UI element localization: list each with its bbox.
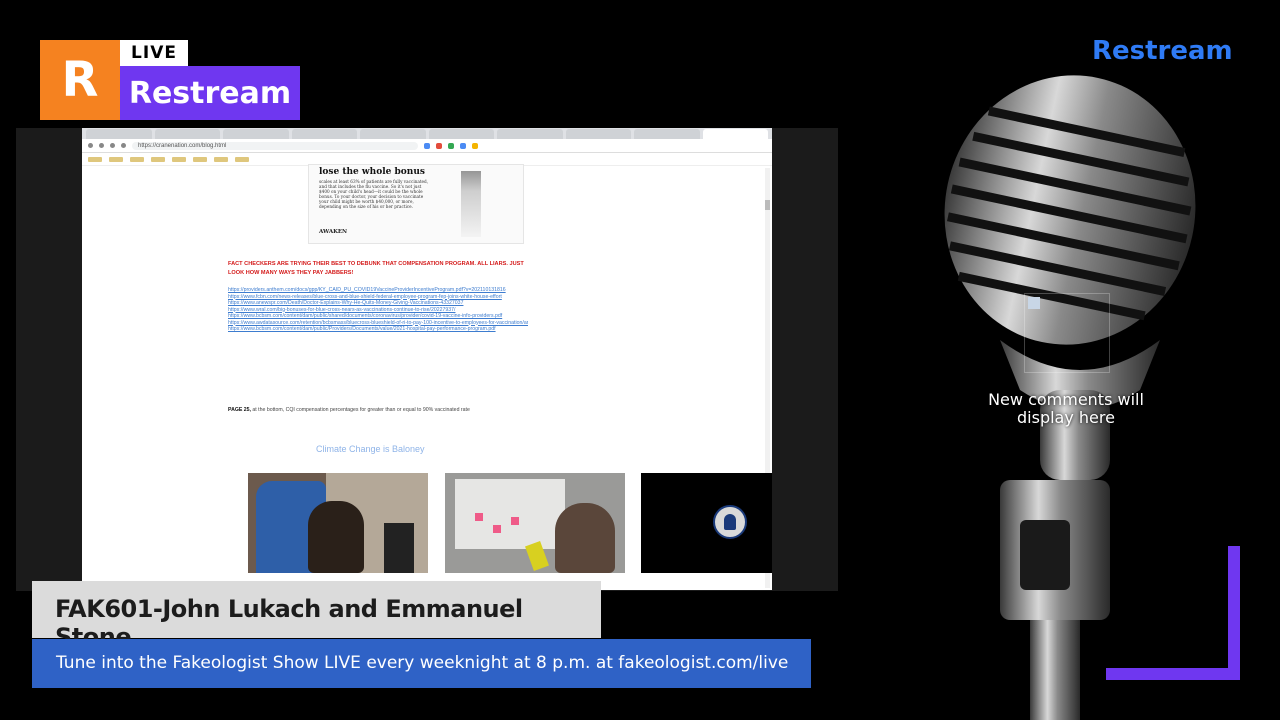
page25-text: at the bottom, CQI compensation percenta… bbox=[250, 407, 470, 413]
bookmark-item[interactable] bbox=[130, 156, 144, 162]
browser-tab[interactable] bbox=[223, 129, 289, 139]
restream-r-logo: R bbox=[40, 40, 120, 120]
browser-tab-strip bbox=[82, 128, 772, 139]
ticker-banner: Tune into the Fakeologist Show LIVE ever… bbox=[32, 639, 811, 688]
webcam-guest-1 bbox=[248, 473, 428, 573]
source-link[interactable]: https://www.bcbsm.com/content/dam/public… bbox=[228, 313, 528, 320]
home-icon[interactable] bbox=[121, 143, 126, 148]
article-clipping-image: lose the whole bonus scales at least 63%… bbox=[308, 164, 524, 244]
extension-icon[interactable] bbox=[448, 142, 454, 149]
sticky-note bbox=[475, 513, 483, 521]
source-link[interactable]: https://providers.anthem.com/docs/gpp/KY… bbox=[228, 287, 528, 294]
source-link[interactable]: https://www.bcbsm.com/content/dam/public… bbox=[228, 326, 528, 333]
bookmark-item[interactable] bbox=[109, 156, 123, 162]
browser-tab-active[interactable] bbox=[702, 129, 768, 139]
corner-bracket-decoration bbox=[1106, 546, 1240, 680]
chat-overlay-broken-image-icon bbox=[1024, 293, 1110, 373]
clipping-footer: AWAKEN bbox=[319, 229, 348, 235]
extension-icon[interactable] bbox=[472, 142, 478, 149]
live-badge: LIVE bbox=[120, 40, 188, 66]
bookmark-item[interactable] bbox=[151, 156, 165, 162]
browser-tab[interactable] bbox=[565, 129, 631, 139]
sticky-note bbox=[511, 517, 519, 525]
restream-r-letter: R bbox=[61, 52, 99, 108]
climate-link[interactable]: Climate Change is Baloney bbox=[316, 444, 425, 454]
webcam-guest-2 bbox=[445, 473, 625, 573]
extension-icon[interactable] bbox=[424, 142, 430, 149]
clipping-headline: lose the whole bonus bbox=[319, 167, 425, 177]
sticky-note bbox=[493, 525, 501, 533]
extension-icon[interactable] bbox=[460, 142, 466, 149]
bookmark-item[interactable] bbox=[172, 156, 186, 162]
source-links-list: https://providers.anthem.com/docs/gpp/KY… bbox=[228, 287, 528, 333]
bookmark-item[interactable] bbox=[235, 156, 249, 162]
back-icon[interactable] bbox=[88, 143, 93, 148]
browser-tab[interactable] bbox=[428, 129, 494, 139]
address-bar: https://cranenation.com/blog.html bbox=[82, 139, 772, 153]
bookmark-item[interactable] bbox=[193, 156, 207, 162]
cam-person bbox=[555, 503, 615, 573]
browser-tab[interactable] bbox=[154, 129, 220, 139]
fact-checkers-heading: FACT CHECKERS ARE TRYING THEIR BEST TO D… bbox=[228, 261, 524, 276]
browser-tab[interactable] bbox=[360, 129, 426, 139]
clipping-body: scales at least 63% of patients are full… bbox=[319, 179, 429, 209]
bookmark-item[interactable] bbox=[88, 156, 102, 162]
avatar-figure-icon bbox=[724, 514, 736, 530]
page25-note: PAGE 25, at the bottom, CQI compensation… bbox=[228, 407, 528, 414]
reload-icon[interactable] bbox=[110, 143, 115, 148]
audio-only-guest-tile bbox=[641, 473, 772, 573]
browser-tab[interactable] bbox=[634, 129, 700, 139]
restream-brand-label: Restream bbox=[120, 66, 300, 120]
cam-person bbox=[308, 501, 364, 573]
cam-microscope bbox=[384, 523, 414, 573]
chat-placeholder-text: New comments will display here bbox=[988, 390, 1144, 427]
browser-tab[interactable] bbox=[86, 129, 152, 139]
clipping-figure bbox=[461, 171, 481, 237]
browser-tab[interactable] bbox=[497, 129, 563, 139]
page25-label: PAGE 25, bbox=[228, 407, 251, 413]
scrollbar-thumb[interactable] bbox=[765, 200, 770, 210]
browser-tab[interactable] bbox=[291, 129, 357, 139]
cam-whiteboard bbox=[455, 479, 565, 549]
guest-avatar bbox=[713, 505, 747, 539]
url-field[interactable]: https://cranenation.com/blog.html bbox=[132, 141, 418, 150]
ticker-text: Tune into the Fakeologist Show LIVE ever… bbox=[56, 653, 789, 673]
bookmark-item[interactable] bbox=[214, 156, 228, 162]
episode-title-banner: FAK601-John Lukach and Emmanuel Stone bbox=[32, 581, 601, 651]
forward-icon[interactable] bbox=[99, 143, 104, 148]
extension-icon[interactable] bbox=[436, 142, 442, 149]
